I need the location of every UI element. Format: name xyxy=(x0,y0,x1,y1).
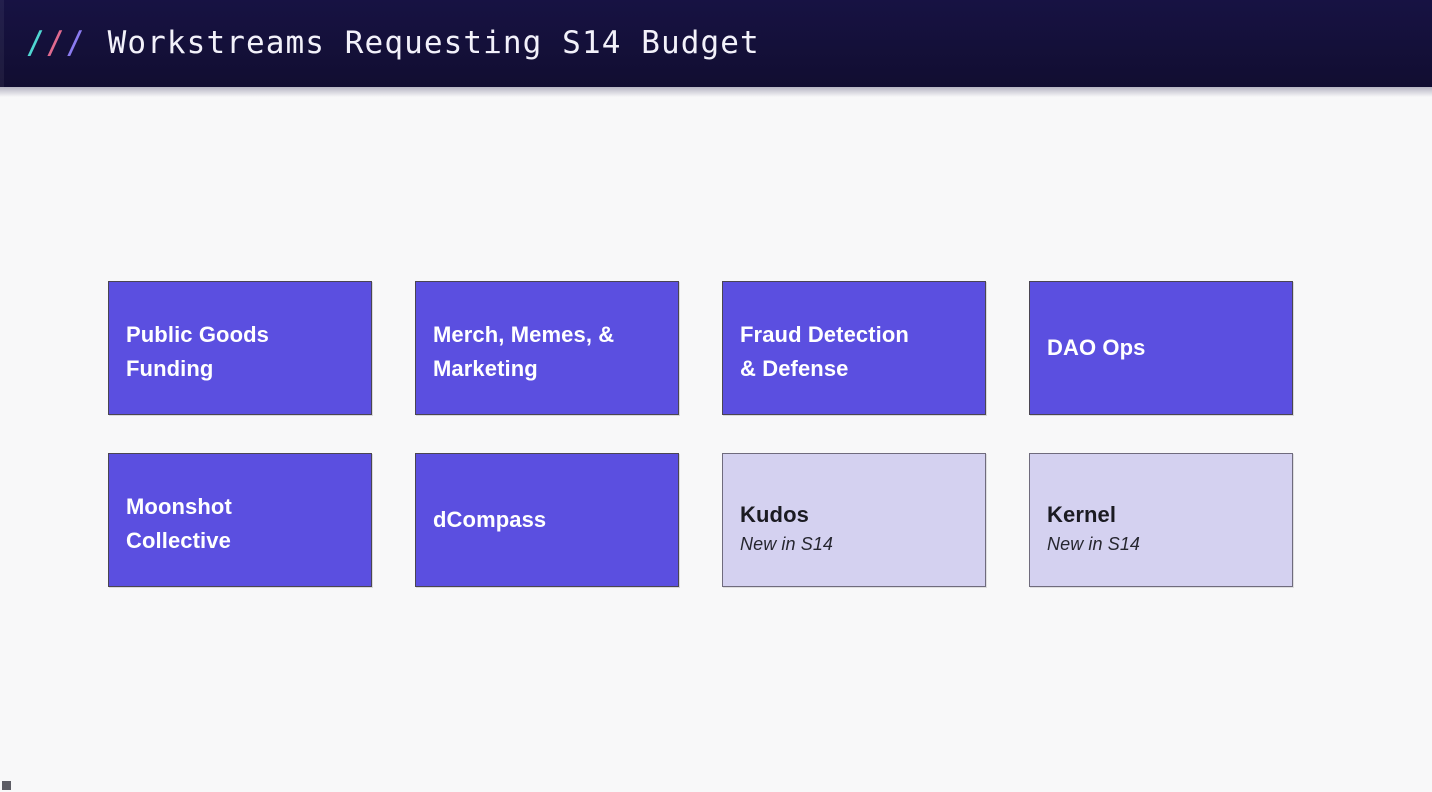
slash-icon-3: / xyxy=(65,25,86,61)
workstream-card-public-goods-funding[interactable]: Public Goods Funding xyxy=(108,281,372,415)
workstream-card-dao-ops[interactable]: DAO Ops xyxy=(1029,281,1293,415)
page-title: Workstreams Requesting S14 Budget xyxy=(107,25,760,61)
card-title: dCompass xyxy=(433,506,547,532)
slide-canvas: / / / Workstreams Requesting S14 Budget Pu… xyxy=(0,0,1432,792)
workstream-card-grid: Public Goods Funding Merch, Memes, & Mar… xyxy=(108,281,1293,587)
workstream-card-dcompass[interactable]: dCompass xyxy=(415,453,679,587)
workstream-card-merch-memes-marketing[interactable]: Merch, Memes, & Marketing xyxy=(415,281,679,415)
card-title: Merch, Memes, & Marketing xyxy=(433,322,615,382)
workstream-card-moonshot-collective[interactable]: Moonshot Collective xyxy=(108,453,372,587)
slash-icon-2: / xyxy=(45,25,66,61)
card-title: Moonshot Collective xyxy=(126,494,232,554)
slash-icon-1: / xyxy=(26,25,46,61)
card-title: Fraud Detection & Defense xyxy=(740,322,909,382)
card-title: Kernel xyxy=(1047,502,1117,527)
card-title: Public Goods Funding xyxy=(126,322,269,382)
workstream-card-fraud-detection-defense[interactable]: Fraud Detection & Defense xyxy=(722,281,986,415)
card-title: DAO Ops xyxy=(1047,334,1146,360)
card-title: Kudos xyxy=(740,502,809,527)
header-title-line: / / / Workstreams Requesting S14 Budget xyxy=(26,28,760,59)
corner-marker xyxy=(2,781,11,790)
slide-header: / / / Workstreams Requesting S14 Budget xyxy=(0,0,1432,97)
slash-ornament: / / / xyxy=(26,28,86,59)
header-left-accent-bar xyxy=(0,0,4,87)
workstream-card-kudos[interactable]: Kudos New in S14 xyxy=(722,453,986,587)
card-subtitle-badge: New in S14 xyxy=(1047,534,1141,555)
workstream-card-kernel[interactable]: Kernel New in S14 xyxy=(1029,453,1293,587)
card-subtitle-badge: New in S14 xyxy=(740,534,834,555)
